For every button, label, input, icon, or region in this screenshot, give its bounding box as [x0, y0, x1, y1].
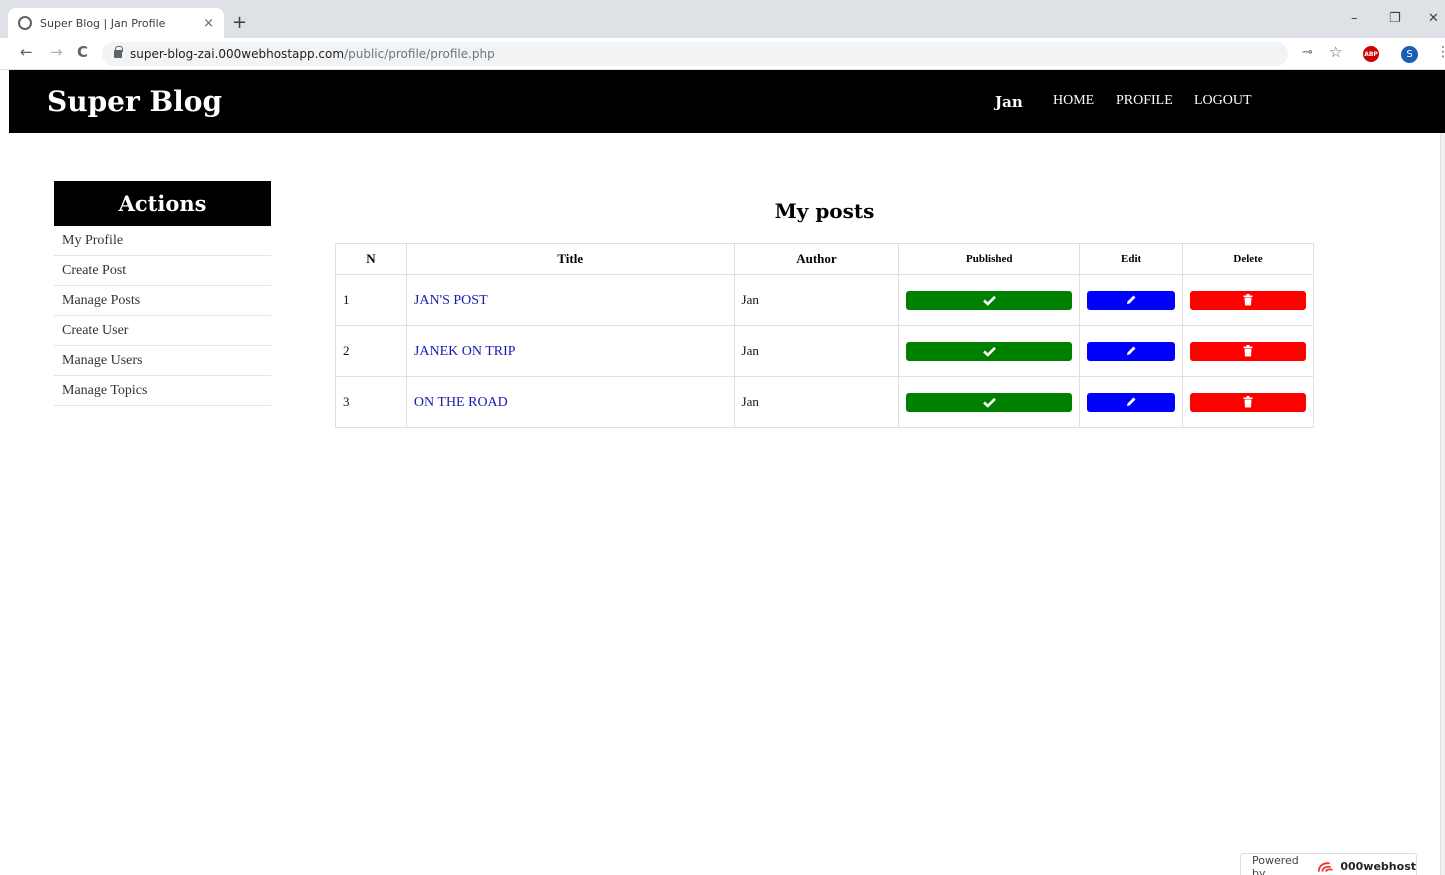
edit-button[interactable] — [1087, 392, 1176, 412]
sidebar-item-manage-topics[interactable]: Manage Topics — [54, 376, 271, 406]
posts-table: N Title Author Published Edit Delete 1 J… — [335, 243, 1314, 428]
new-tab-icon[interactable]: + — [232, 12, 247, 33]
page-scrollbar[interactable] — [1440, 133, 1445, 875]
row-number: 3 — [335, 376, 407, 428]
site-logo[interactable]: Super Blog — [47, 85, 222, 118]
trash-icon — [1243, 396, 1253, 408]
nav-logout[interactable]: LOGOUT — [1194, 93, 1252, 109]
key-icon[interactable]: ⊸ — [1302, 45, 1313, 60]
menu-icon[interactable]: ⋮ — [1436, 44, 1445, 60]
post-title-link[interactable]: ON THE ROAD — [414, 395, 508, 410]
post-author: Jan — [733, 274, 900, 326]
forward-icon[interactable]: → — [50, 43, 63, 61]
column-header-delete: Delete — [1182, 243, 1314, 275]
trash-icon — [1243, 294, 1253, 306]
sidebar-item-create-user[interactable]: Create User — [54, 316, 271, 346]
sidebar-item-my-profile[interactable]: My Profile — [54, 226, 271, 256]
globe-icon — [18, 16, 32, 30]
pencil-icon — [1127, 295, 1136, 304]
check-icon — [982, 295, 996, 306]
address-bar: ← → C super-blog-zai.000webhostapp.com/p… — [0, 38, 1445, 70]
row-number: 2 — [335, 325, 407, 377]
nav-home[interactable]: HOME — [1053, 93, 1094, 109]
star-icon[interactable]: ☆ — [1329, 43, 1342, 61]
delete-button[interactable] — [1190, 341, 1306, 361]
delete-button[interactable] — [1190, 392, 1306, 412]
url-path: /public/profile/profile.php — [344, 47, 495, 61]
pencil-icon — [1127, 346, 1136, 355]
post-author: Jan — [733, 376, 900, 428]
check-icon — [982, 346, 996, 357]
url-input[interactable]: super-blog-zai.000webhostapp.com/public/… — [102, 42, 1288, 66]
site-header: Super Blog Jan HOME PROFILE LOGOUT — [9, 70, 1445, 133]
powered-by-label: Powered by — [1252, 853, 1299, 875]
edit-button[interactable] — [1087, 341, 1176, 361]
delete-button[interactable] — [1190, 290, 1306, 310]
column-header-n: N — [335, 243, 407, 275]
sidebar-title: Actions — [54, 181, 271, 226]
pencil-icon — [1127, 397, 1136, 406]
column-header-published: Published — [898, 243, 1081, 275]
table-header-row: N Title Author Published Edit Delete — [335, 243, 1314, 275]
webhost-brand: 000webhost — [1340, 860, 1416, 873]
page-title: My posts — [774, 199, 875, 223]
nav-profile[interactable]: PROFILE — [1116, 93, 1173, 109]
column-header-edit: Edit — [1079, 243, 1184, 275]
webhost-logo-icon — [1318, 861, 1333, 872]
back-icon[interactable]: ← — [20, 43, 33, 61]
sidebar-item-manage-users[interactable]: Manage Users — [54, 346, 271, 376]
column-header-title: Title — [405, 243, 735, 275]
table-row: 1 JAN'S POST Jan — [335, 274, 1314, 326]
tab-close-icon[interactable]: × — [203, 16, 214, 31]
powered-by-badge[interactable]: Powered by 000webhost — [1240, 853, 1417, 875]
minimize-icon[interactable]: – — [1351, 11, 1358, 26]
nav-username[interactable]: Jan — [995, 93, 1023, 111]
post-title-link[interactable]: JANEK ON TRIP — [414, 344, 516, 359]
adblock-icon[interactable]: ABP — [1363, 46, 1379, 62]
trash-icon — [1243, 345, 1253, 357]
sidebar-item-manage-posts[interactable]: Manage Posts — [54, 286, 271, 316]
publish-button[interactable] — [906, 290, 1073, 310]
column-header-author: Author — [733, 243, 900, 275]
post-title-link[interactable]: JAN'S POST — [414, 293, 488, 308]
restore-icon[interactable]: ❐ — [1389, 11, 1401, 26]
table-row: 2 JANEK ON TRIP Jan — [335, 325, 1314, 377]
sidebar-item-create-post[interactable]: Create Post — [54, 256, 271, 286]
tab-title: Super Blog | Jan Profile — [40, 16, 166, 30]
browser-tab[interactable]: Super Blog | Jan Profile × — [8, 8, 224, 38]
publish-button[interactable] — [906, 341, 1073, 361]
url-host: super-blog-zai.000webhostapp.com — [130, 47, 345, 61]
table-row: 3 ON THE ROAD Jan — [335, 376, 1314, 428]
publish-button[interactable] — [906, 392, 1073, 412]
browser-tab-bar: Super Blog | Jan Profile × + – ❐ ✕ — [0, 0, 1445, 38]
close-window-icon[interactable]: ✕ — [1428, 11, 1439, 26]
reload-icon[interactable]: C — [77, 43, 88, 61]
check-icon — [982, 397, 996, 408]
lock-icon — [114, 46, 123, 58]
actions-sidebar: Actions My Profile Create Post Manage Po… — [54, 181, 271, 406]
post-author: Jan — [733, 325, 900, 377]
profile-avatar[interactable]: S — [1401, 46, 1418, 63]
edit-button[interactable] — [1087, 290, 1176, 310]
row-number: 1 — [335, 274, 407, 326]
